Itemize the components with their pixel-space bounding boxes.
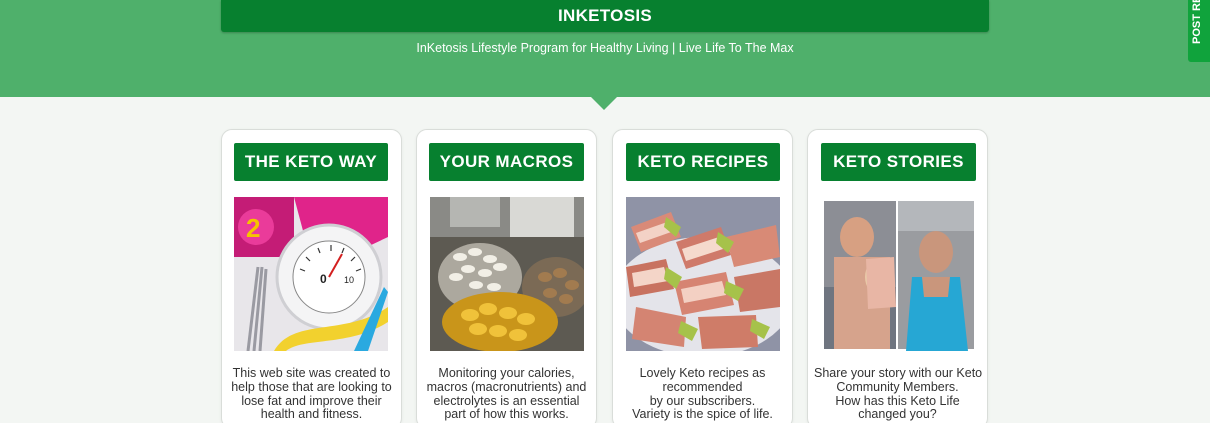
keto-stories-description: Share your story with our Keto Community… (814, 366, 983, 422)
keto-recipes-description: Lovely Keto recipes as recommended by ou… (619, 366, 786, 422)
svg-text:0: 0 (320, 272, 327, 286)
description-line: Community Members. (836, 379, 959, 394)
keto-way-image[interactable]: 2 0 10 (234, 197, 388, 351)
keto-stories-image[interactable] (824, 197, 974, 351)
card-keto-recipes: KETO RECIPES Lovely Keto recipes as reco… (612, 129, 793, 423)
card-keto-way: THE KETO WAY 2 0 10 This web site was cr… (221, 129, 402, 423)
description-line: Share your story with our Keto (814, 366, 983, 380)
keto-stories-button[interactable]: KETO STORIES (821, 143, 976, 181)
side-tab-label[interactable]: POST RE (1191, 0, 1203, 44)
description-line: lose fat and improve their (241, 393, 382, 408)
svg-text:2: 2 (246, 213, 260, 243)
card-keto-stories: KETO STORIES Share your story with our K… (807, 129, 988, 423)
header-notch (591, 97, 617, 110)
site-title[interactable]: INKETOSIS (558, 6, 652, 26)
your-macros-button[interactable]: YOUR MACROS (429, 143, 584, 181)
description-line: part of how this works. (444, 407, 569, 422)
description-line: Variety is the spice of life. (632, 407, 773, 422)
svg-text:10: 10 (344, 275, 354, 285)
description-line: Lovely Keto recipes as (639, 366, 766, 380)
description-line: macros (macronutrients) and (426, 379, 587, 394)
description-line: Monitoring your calories, (438, 366, 575, 380)
keto-recipes-button[interactable]: KETO RECIPES (626, 143, 780, 181)
description-line: health and fitness. (260, 407, 363, 422)
keto-recipes-image[interactable] (626, 197, 780, 351)
card-your-macros: YOUR MACROS Monitoring your calories, ma… (416, 129, 597, 423)
site-tagline: InKetosis Lifestyle Program for Healthy … (416, 41, 794, 55)
description-line: by our subscribers. (649, 393, 756, 408)
your-macros-description: Monitoring your calories, macros (macron… (423, 366, 590, 422)
description-line: help those that are looking to (231, 379, 392, 394)
description-line: recommended (662, 379, 743, 394)
your-macros-image[interactable] (430, 197, 584, 351)
keto-way-description: This web site was created to help those … (228, 366, 395, 422)
description-line: How has this Keto Life (835, 393, 960, 408)
description-line: changed you? (858, 407, 937, 422)
site-title-bar[interactable]: INKETOSIS (221, 0, 989, 32)
keto-way-button[interactable]: THE KETO WAY (234, 143, 388, 181)
post-recipe-side-tab[interactable]: POST RE (1188, 0, 1210, 62)
description-line: electrolytes is an essential (433, 393, 580, 408)
description-line: This web site was created to (232, 366, 391, 380)
